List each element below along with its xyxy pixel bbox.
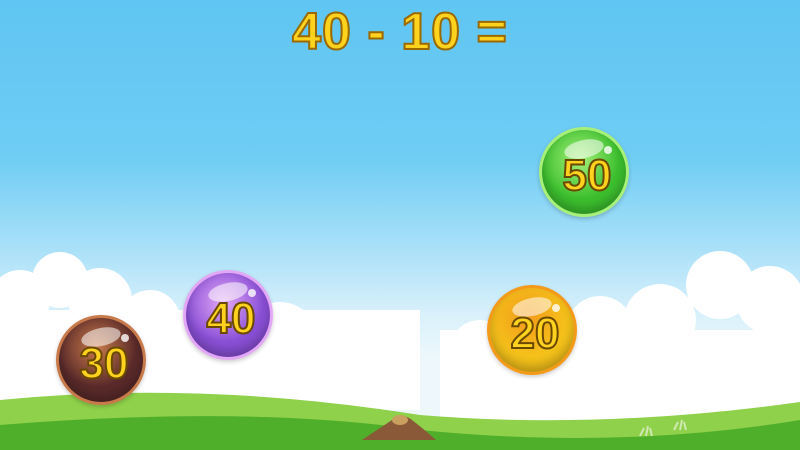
bubble-number: 30: [79, 338, 130, 389]
equation-text: 40 - 10 =: [291, 2, 508, 62]
answer-bubble-50[interactable]: 50: [539, 127, 629, 217]
answer-bubble-40[interactable]: 40: [183, 270, 273, 360]
bubble-number: 20: [510, 308, 561, 359]
bubble-number: 50: [562, 150, 613, 201]
bubble-number: 40: [206, 293, 257, 344]
answer-bubble-30[interactable]: 30: [56, 315, 146, 405]
answer-bubble-20[interactable]: 20: [487, 285, 577, 375]
game-stage: 40 - 10 = 50 40 30 20: [0, 0, 800, 450]
